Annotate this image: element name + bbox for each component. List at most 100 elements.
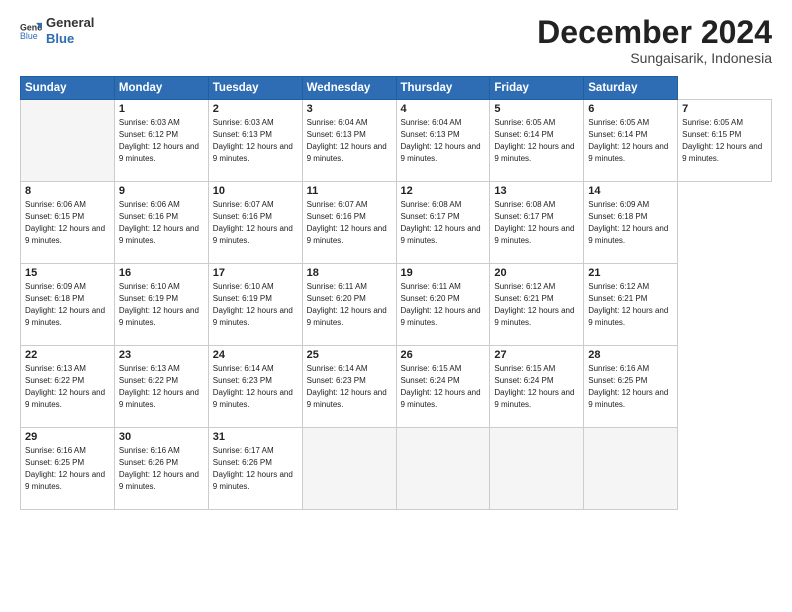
day-cell-27: 27 Sunrise: 6:15 AMSunset: 6:24 PMDaylig… (490, 346, 584, 428)
col-header-saturday: Saturday (584, 77, 678, 100)
week-row-2: 8 Sunrise: 6:06 AMSunset: 6:15 PMDayligh… (21, 182, 772, 264)
day-number: 2 (213, 103, 298, 115)
day-number: 11 (307, 185, 392, 197)
day-info: Sunrise: 6:05 AMSunset: 6:15 PMDaylight:… (682, 118, 762, 162)
day-info: Sunrise: 6:08 AMSunset: 6:17 PMDaylight:… (494, 200, 574, 244)
day-cell-6: 6 Sunrise: 6:05 AMSunset: 6:14 PMDayligh… (584, 100, 678, 182)
empty-cell-start (21, 100, 115, 182)
day-info: Sunrise: 6:10 AMSunset: 6:19 PMDaylight:… (119, 282, 199, 326)
col-header-friday: Friday (490, 77, 584, 100)
header: General Blue General Blue December 2024 … (20, 15, 772, 66)
day-info: Sunrise: 6:13 AMSunset: 6:22 PMDaylight:… (25, 364, 105, 408)
day-cell-25: 25 Sunrise: 6:14 AMSunset: 6:23 PMDaylig… (302, 346, 396, 428)
day-cell-9: 9 Sunrise: 6:06 AMSunset: 6:16 PMDayligh… (114, 182, 208, 264)
svg-text:Blue: Blue (20, 31, 38, 41)
day-cell-2: 2 Sunrise: 6:03 AMSunset: 6:13 PMDayligh… (208, 100, 302, 182)
day-number: 17 (213, 267, 298, 279)
day-info: Sunrise: 6:04 AMSunset: 6:13 PMDaylight:… (307, 118, 387, 162)
day-info: Sunrise: 6:05 AMSunset: 6:14 PMDaylight:… (494, 118, 574, 162)
day-number: 19 (401, 267, 486, 279)
day-cell-10: 10 Sunrise: 6:07 AMSunset: 6:16 PMDaylig… (208, 182, 302, 264)
day-info: Sunrise: 6:10 AMSunset: 6:19 PMDaylight:… (213, 282, 293, 326)
day-number: 27 (494, 349, 579, 361)
day-info: Sunrise: 6:05 AMSunset: 6:14 PMDaylight:… (588, 118, 668, 162)
week-row-4: 22 Sunrise: 6:13 AMSunset: 6:22 PMDaylig… (21, 346, 772, 428)
day-number: 20 (494, 267, 579, 279)
day-info: Sunrise: 6:16 AMSunset: 6:25 PMDaylight:… (25, 446, 105, 490)
day-info: Sunrise: 6:15 AMSunset: 6:24 PMDaylight:… (401, 364, 481, 408)
day-cell-7: 7 Sunrise: 6:05 AMSunset: 6:15 PMDayligh… (678, 100, 772, 182)
day-number: 6 (588, 103, 673, 115)
day-info: Sunrise: 6:06 AMSunset: 6:16 PMDaylight:… (119, 200, 199, 244)
day-number: 22 (25, 349, 110, 361)
day-number: 15 (25, 267, 110, 279)
location: Sungaisarik, Indonesia (537, 50, 772, 66)
day-number: 3 (307, 103, 392, 115)
calendar-page: General Blue General Blue December 2024 … (0, 0, 792, 612)
col-header-wednesday: Wednesday (302, 77, 396, 100)
day-info: Sunrise: 6:15 AMSunset: 6:24 PMDaylight:… (494, 364, 574, 408)
day-cell-29: 29 Sunrise: 6:16 AMSunset: 6:25 PMDaylig… (21, 428, 115, 510)
day-info: Sunrise: 6:09 AMSunset: 6:18 PMDaylight:… (588, 200, 668, 244)
day-cell-21: 21 Sunrise: 6:12 AMSunset: 6:21 PMDaylig… (584, 264, 678, 346)
day-number: 9 (119, 185, 204, 197)
day-info: Sunrise: 6:11 AMSunset: 6:20 PMDaylight:… (401, 282, 481, 326)
day-info: Sunrise: 6:09 AMSunset: 6:18 PMDaylight:… (25, 282, 105, 326)
day-cell-16: 16 Sunrise: 6:10 AMSunset: 6:19 PMDaylig… (114, 264, 208, 346)
day-info: Sunrise: 6:14 AMSunset: 6:23 PMDaylight:… (213, 364, 293, 408)
day-cell-12: 12 Sunrise: 6:08 AMSunset: 6:17 PMDaylig… (396, 182, 490, 264)
day-info: Sunrise: 6:13 AMSunset: 6:22 PMDaylight:… (119, 364, 199, 408)
day-number: 4 (401, 103, 486, 115)
empty-cell (396, 428, 490, 510)
week-row-3: 15 Sunrise: 6:09 AMSunset: 6:18 PMDaylig… (21, 264, 772, 346)
day-info: Sunrise: 6:07 AMSunset: 6:16 PMDaylight:… (307, 200, 387, 244)
day-number: 29 (25, 431, 110, 443)
day-info: Sunrise: 6:16 AMSunset: 6:25 PMDaylight:… (588, 364, 668, 408)
day-cell-17: 17 Sunrise: 6:10 AMSunset: 6:19 PMDaylig… (208, 264, 302, 346)
day-info: Sunrise: 6:06 AMSunset: 6:15 PMDaylight:… (25, 200, 105, 244)
empty-cell (302, 428, 396, 510)
logo-general: General (46, 15, 94, 31)
day-cell-8: 8 Sunrise: 6:06 AMSunset: 6:15 PMDayligh… (21, 182, 115, 264)
col-header-monday: Monday (114, 77, 208, 100)
day-cell-15: 15 Sunrise: 6:09 AMSunset: 6:18 PMDaylig… (21, 264, 115, 346)
week-row-5: 29 Sunrise: 6:16 AMSunset: 6:25 PMDaylig… (21, 428, 772, 510)
week-row-1: 1 Sunrise: 6:03 AMSunset: 6:12 PMDayligh… (21, 100, 772, 182)
day-cell-18: 18 Sunrise: 6:11 AMSunset: 6:20 PMDaylig… (302, 264, 396, 346)
day-number: 26 (401, 349, 486, 361)
day-cell-4: 4 Sunrise: 6:04 AMSunset: 6:13 PMDayligh… (396, 100, 490, 182)
day-cell-3: 3 Sunrise: 6:04 AMSunset: 6:13 PMDayligh… (302, 100, 396, 182)
day-cell-26: 26 Sunrise: 6:15 AMSunset: 6:24 PMDaylig… (396, 346, 490, 428)
col-header-tuesday: Tuesday (208, 77, 302, 100)
day-number: 24 (213, 349, 298, 361)
day-cell-28: 28 Sunrise: 6:16 AMSunset: 6:25 PMDaylig… (584, 346, 678, 428)
day-number: 1 (119, 103, 204, 115)
day-cell-22: 22 Sunrise: 6:13 AMSunset: 6:22 PMDaylig… (21, 346, 115, 428)
header-row: SundayMondayTuesdayWednesdayThursdayFrid… (21, 77, 772, 100)
logo-icon: General Blue (20, 20, 42, 42)
logo-text: General Blue (46, 15, 94, 46)
calendar-table: SundayMondayTuesdayWednesdayThursdayFrid… (20, 76, 772, 510)
day-number: 18 (307, 267, 392, 279)
day-cell-31: 31 Sunrise: 6:17 AMSunset: 6:26 PMDaylig… (208, 428, 302, 510)
day-cell-24: 24 Sunrise: 6:14 AMSunset: 6:23 PMDaylig… (208, 346, 302, 428)
day-number: 7 (682, 103, 767, 115)
col-header-sunday: Sunday (21, 77, 115, 100)
day-info: Sunrise: 6:14 AMSunset: 6:23 PMDaylight:… (307, 364, 387, 408)
title-block: December 2024 Sungaisarik, Indonesia (537, 15, 772, 66)
day-number: 25 (307, 349, 392, 361)
day-number: 16 (119, 267, 204, 279)
day-cell-13: 13 Sunrise: 6:08 AMSunset: 6:17 PMDaylig… (490, 182, 584, 264)
day-info: Sunrise: 6:12 AMSunset: 6:21 PMDaylight:… (588, 282, 668, 326)
day-cell-23: 23 Sunrise: 6:13 AMSunset: 6:22 PMDaylig… (114, 346, 208, 428)
month-title: December 2024 (537, 15, 772, 50)
day-number: 12 (401, 185, 486, 197)
day-number: 13 (494, 185, 579, 197)
day-number: 5 (494, 103, 579, 115)
logo-blue: Blue (46, 31, 94, 47)
day-cell-1: 1 Sunrise: 6:03 AMSunset: 6:12 PMDayligh… (114, 100, 208, 182)
day-number: 10 (213, 185, 298, 197)
day-info: Sunrise: 6:03 AMSunset: 6:13 PMDaylight:… (213, 118, 293, 162)
day-number: 28 (588, 349, 673, 361)
day-cell-30: 30 Sunrise: 6:16 AMSunset: 6:26 PMDaylig… (114, 428, 208, 510)
